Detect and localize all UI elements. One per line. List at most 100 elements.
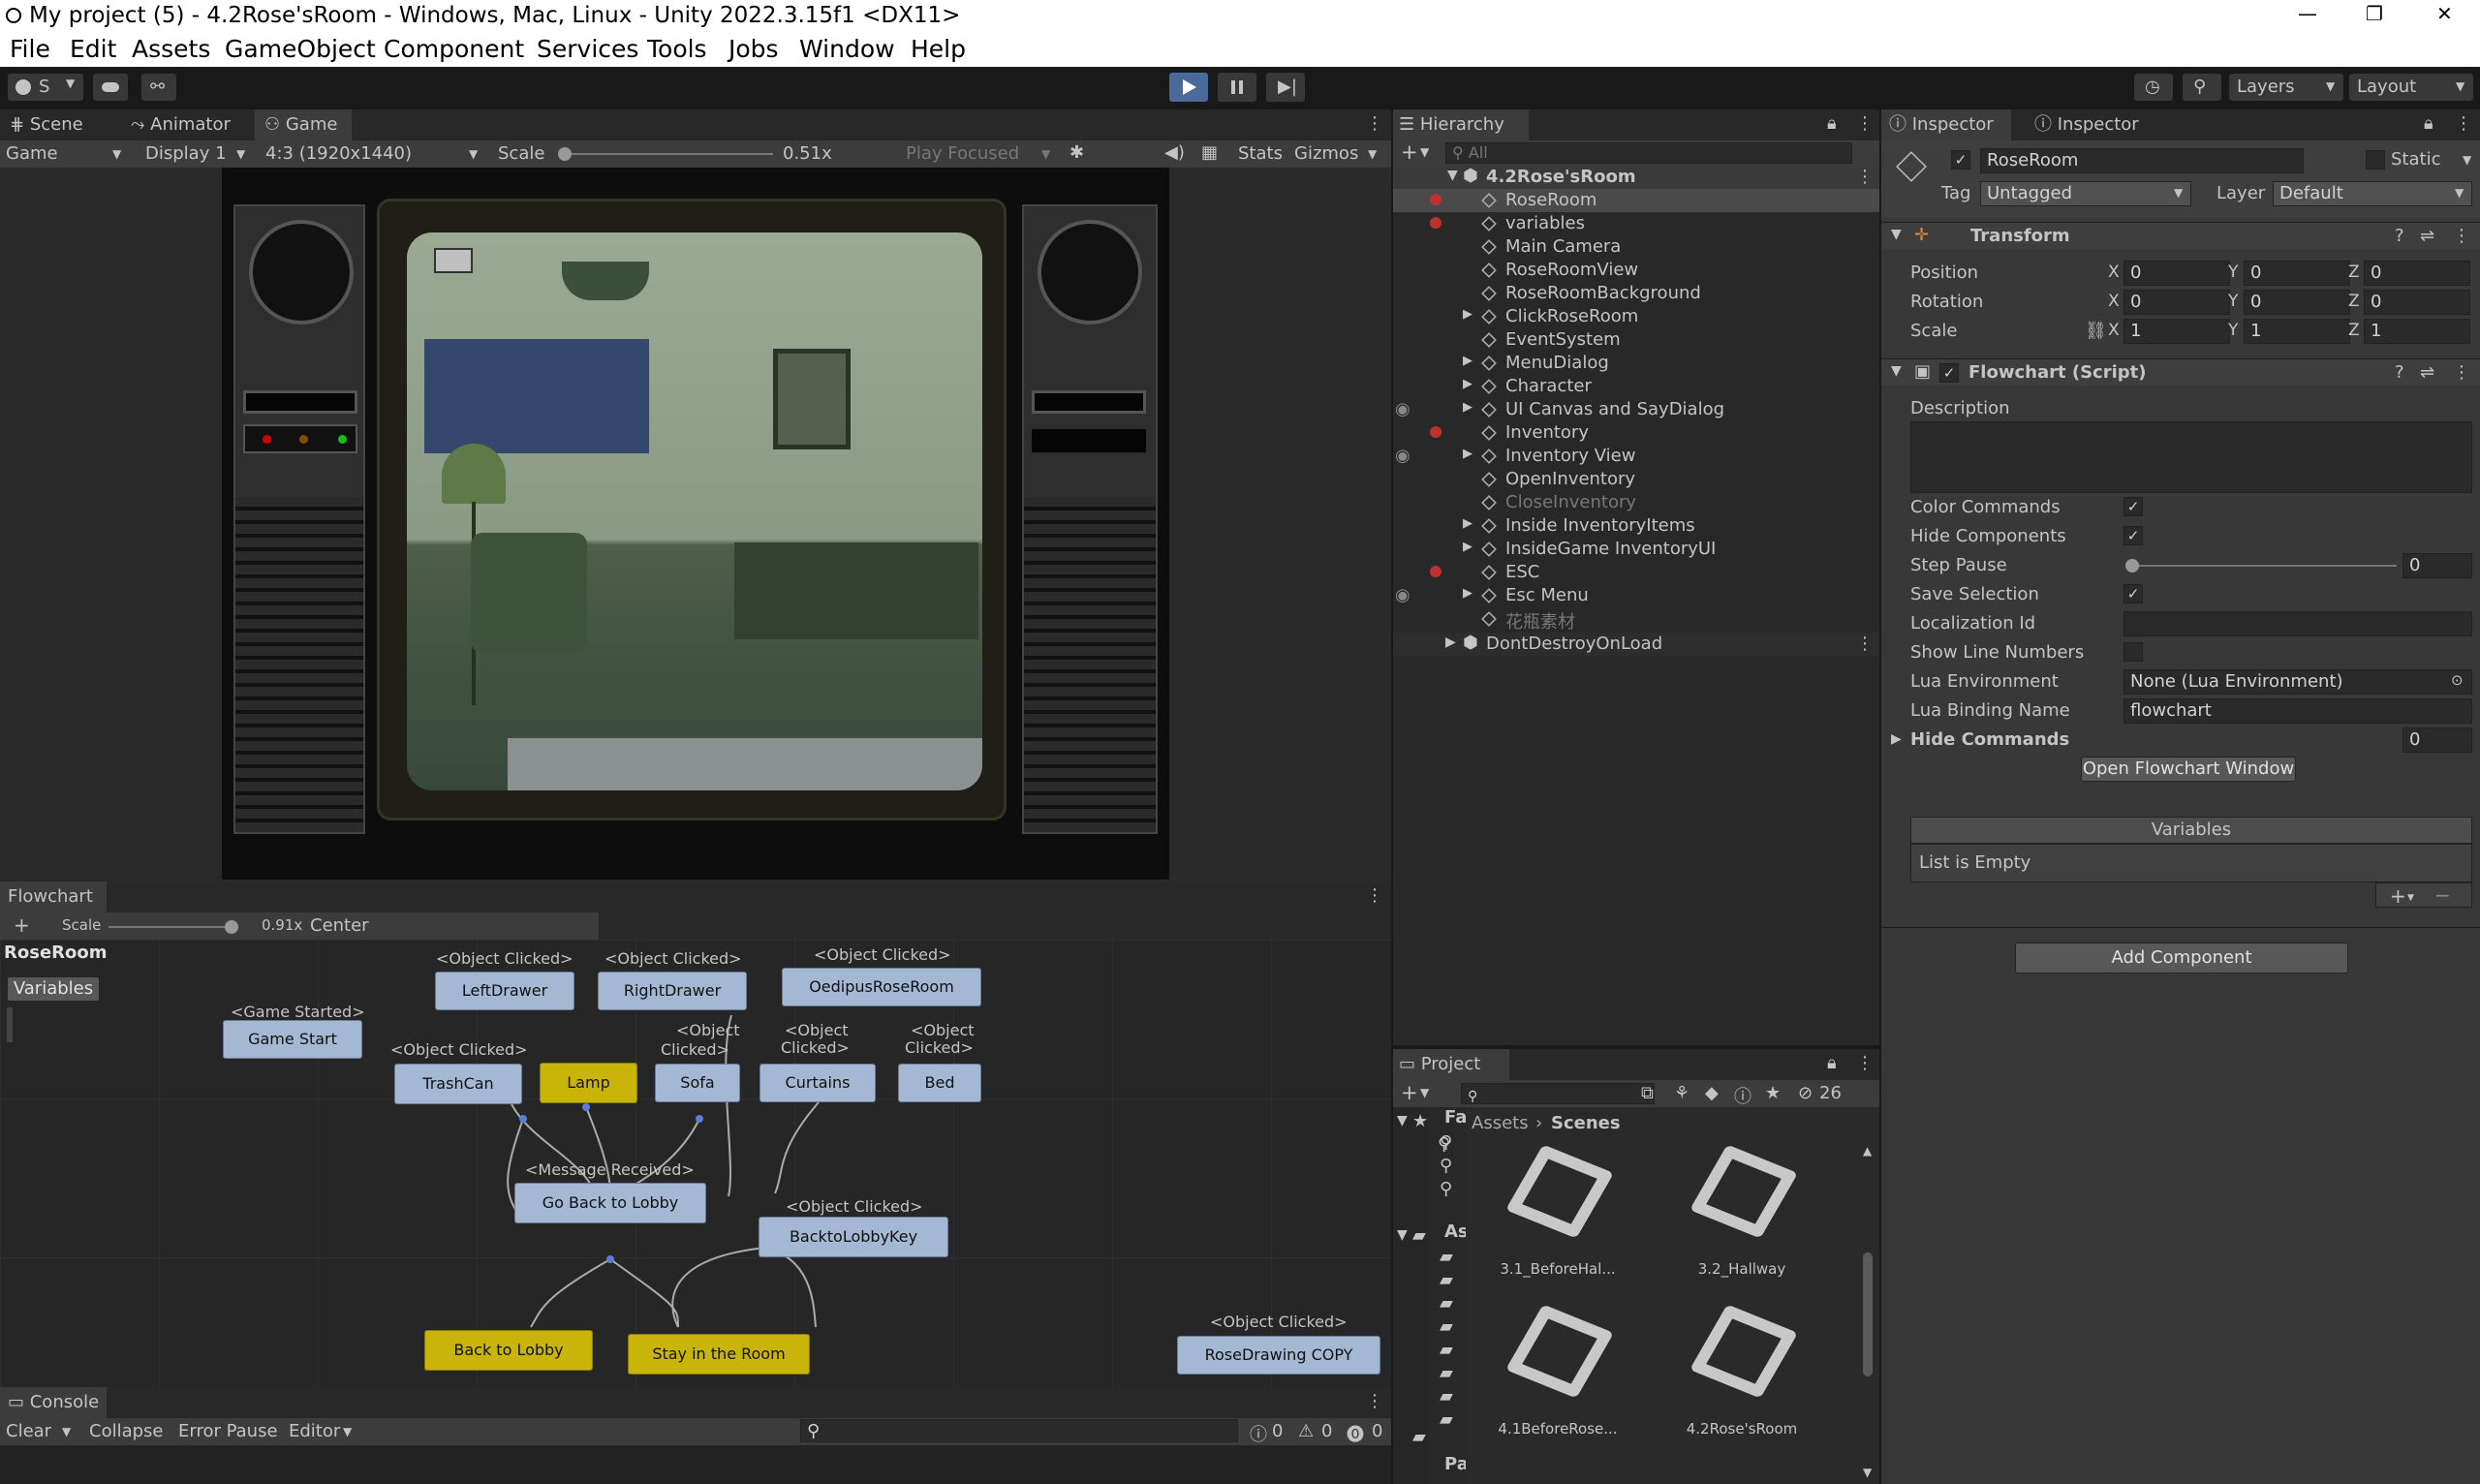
play-focused-dropdown[interactable]: Play Focused (906, 143, 1019, 164)
block-rightdrawer[interactable]: RightDrawer (598, 972, 747, 1010)
account-dropdown[interactable]: S ▼ (8, 74, 83, 101)
scale-slider-thumb[interactable] (558, 147, 572, 161)
menu-gameobject[interactable]: GameObject (225, 35, 376, 63)
tab-scene[interactable]: ⋕ Scene (0, 109, 121, 140)
more-icon[interactable]: ⋮ (1366, 113, 1383, 134)
display-dropdown[interactable]: Display 1 (145, 143, 227, 164)
mute-icon[interactable]: ◀) (1164, 142, 1185, 163)
hierarchy-item[interactable]: ◉ ▶ Inventory View (1393, 445, 1879, 468)
pause-button[interactable] (1218, 73, 1256, 102)
hierarchy-item[interactable]: ▶ MenuDialog (1393, 352, 1879, 375)
hide-components-checkbox[interactable]: ✓ (2124, 526, 2143, 545)
variables-header[interactable]: Variables (1910, 817, 2472, 844)
more-icon[interactable]: ⋮ (2455, 113, 2472, 134)
block-oedipus[interactable]: OedipusRoseRoom (782, 968, 981, 1006)
block-back-to-lobby[interactable]: Back to Lobby (424, 1330, 593, 1371)
hidden-packages-icon[interactable]: ⊘ (1798, 1083, 1813, 1103)
info-icon[interactable]: ⓘ (1250, 1421, 1267, 1446)
aspect-dropdown[interactable]: 4:3 (1920x1440) (265, 143, 412, 164)
scl-field[interactable]: 1 (2124, 319, 2230, 344)
warning-icon[interactable]: ⚠ (1298, 1421, 1314, 1441)
hierarchy-item[interactable]: ◉ ▶ UI Canvas and SayDialog (1393, 398, 1879, 421)
expand-arrow-icon[interactable]: ▶ (1463, 447, 1472, 461)
help-icon[interactable]: ? (2395, 226, 2404, 246)
expand-arrow-icon[interactable]: ▶ (1463, 516, 1472, 531)
fc-scale-thumb[interactable] (225, 920, 238, 934)
create-icon[interactable]: + (1401, 1081, 1418, 1104)
menu-edit[interactable]: Edit (70, 35, 116, 63)
step-pause-thumb[interactable] (2125, 559, 2139, 572)
folder-icon[interactable]: ▰ (1440, 1386, 1453, 1407)
lock-icon[interactable]: 🔒︎ (1827, 113, 1837, 134)
pos-field[interactable]: 0 (2244, 261, 2350, 286)
menu-services[interactable]: Services (537, 35, 638, 63)
editor-dropdown[interactable]: Editor (289, 1421, 340, 1441)
menu-assets[interactable]: Assets (132, 35, 210, 63)
folder-icon[interactable]: ▰ (1440, 1293, 1453, 1314)
expand-arrow-icon[interactable]: ▶ (1463, 377, 1472, 391)
hierarchy-item[interactable]: Main Camera (1393, 235, 1879, 259)
tab-inspector-1[interactable]: ⓘ Inspector (1881, 109, 2011, 140)
fc-scale-slider[interactable] (108, 920, 238, 934)
block-stay-in-room[interactable]: Stay in the Room (628, 1334, 810, 1375)
alert-icon[interactable]: ⓘ (1734, 1083, 1752, 1108)
chevron-down-icon[interactable]: ▼ (2463, 153, 2471, 167)
lock-icon[interactable]: 🔒︎ (2424, 113, 2434, 134)
folder-icon[interactable]: ▰ (1440, 1247, 1453, 1267)
project-search[interactable]: ⚲ (1461, 1083, 1655, 1104)
add-block-icon[interactable]: + (14, 913, 30, 937)
menu-help[interactable]: Help (911, 35, 966, 63)
object-name-field[interactable]: RoseRoom (1980, 148, 2304, 173)
block-rosedrawing-copy[interactable]: RoseDrawing COPY (1177, 1336, 1380, 1375)
remove-variable-icon[interactable]: − (2434, 883, 2451, 907)
scroll-up-icon[interactable]: ▲ (1863, 1144, 1872, 1158)
block-curtains[interactable]: Curtains (760, 1064, 876, 1102)
step-button[interactable]: ▶| (1266, 73, 1305, 102)
search-type-icon[interactable]: ⧉ (1641, 1083, 1654, 1103)
menu-file[interactable]: File (10, 35, 50, 63)
block-game-start[interactable]: Game Start (223, 1020, 362, 1059)
transform-header[interactable]: ▼ ✛ Transform ? ⇌ ⋮ (1881, 222, 2480, 249)
hierarchy-item[interactable]: RoseRoomView (1393, 259, 1879, 282)
localization-id-field[interactable] (2124, 611, 2472, 636)
hide-commands-label[interactable]: Hide Commands (1910, 729, 2069, 750)
visibility-icon[interactable]: ◉ (1395, 585, 1410, 605)
show-line-numbers-checkbox[interactable] (2124, 642, 2143, 662)
more-icon[interactable]: ⋮ (1366, 1391, 1383, 1411)
more-icon[interactable]: ⋮ (1856, 167, 1874, 187)
folder-icon[interactable]: ▰ (1440, 1363, 1453, 1383)
hierarchy-item[interactable]: Inventory (1393, 421, 1879, 445)
more-icon[interactable]: ⋮ (1856, 634, 1874, 654)
menu-window[interactable]: Window (799, 35, 895, 63)
expand-arrow-icon[interactable]: ▼ (1891, 363, 1902, 379)
link-icon[interactable]: ⛓ (2085, 321, 2107, 341)
console-search[interactable]: ⚲ (800, 1419, 1238, 1442)
hierarchy-item[interactable]: ESC (1393, 561, 1879, 584)
rot-field[interactable]: 0 (2244, 290, 2350, 315)
hide-commands-count[interactable]: 0 (2402, 727, 2472, 753)
project-file[interactable]: 4.1BeforeRose... (1485, 1304, 1630, 1461)
block-trashcan[interactable]: TrashCan (394, 1064, 522, 1104)
flowchart-script-header[interactable]: ▼ ▣ ✓ Flowchart (Script) ? ⇌ ⋮ (1881, 358, 2480, 386)
tab-console[interactable]: ▭ Console (0, 1387, 107, 1418)
preset-icon[interactable]: ⇌ (2420, 226, 2434, 246)
chevron-down-icon[interactable]: ▼ (62, 1425, 71, 1438)
clear-button[interactable]: Clear (6, 1421, 51, 1441)
console-log-area[interactable] (0, 1445, 1391, 1484)
tab-hierarchy[interactable]: ☰ Hierarchy (1393, 109, 1529, 140)
gizmos-button[interactable]: Gizmos (1294, 143, 1358, 164)
chevron-down-icon[interactable]: ▼ (1420, 145, 1429, 159)
expand-arrow-icon[interactable]: ▶ (1463, 586, 1472, 601)
scroll-down-icon[interactable]: ▼ (1863, 1466, 1872, 1479)
lua-env-field[interactable]: None (Lua Environment) (2124, 669, 2472, 695)
pos-field[interactable]: 0 (2364, 261, 2470, 286)
more-icon[interactable]: ⋮ (1856, 1053, 1874, 1073)
expand-arrow-icon[interactable]: ▶ (1463, 354, 1472, 368)
expand-arrow-icon[interactable]: ▼ (1891, 227, 1902, 242)
menu-component[interactable]: Component (384, 35, 524, 63)
visibility-icon[interactable]: ◉ (1395, 446, 1410, 466)
expand-arrow-icon[interactable]: ▶ (1445, 634, 1456, 650)
more-icon[interactable]: ⋮ (1856, 113, 1874, 134)
play-button[interactable] (1169, 73, 1208, 102)
search-icon[interactable]: ⚲ (1440, 1132, 1452, 1153)
